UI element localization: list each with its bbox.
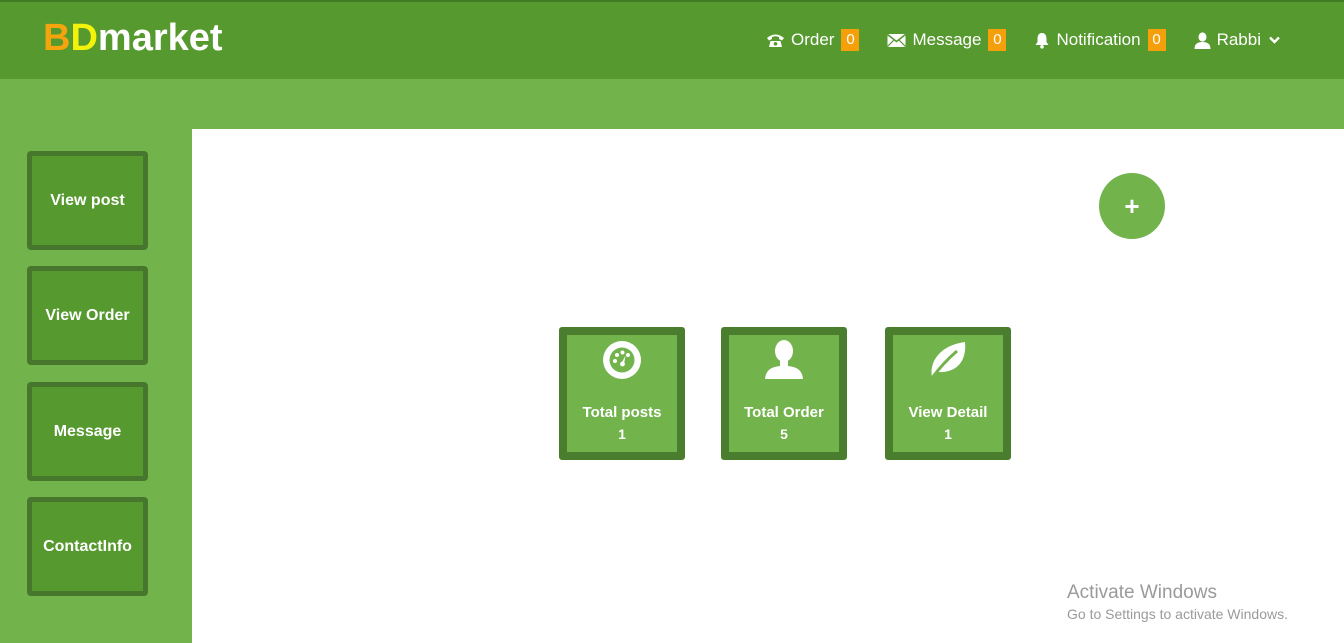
user-name: Rabbi [1216,30,1261,49]
sidebar: View post View Order Message ContactInfo [0,129,192,643]
card-total-order[interactable]: Total Order 5 [721,327,847,460]
nav-user-menu[interactable]: Rabbi [1194,29,1280,51]
user-icon [1194,31,1211,49]
sidebar-item-view-post[interactable]: View post [27,151,148,250]
watermark-subtitle: Go to Settings to activate Windows. [1067,606,1288,622]
sidebar-item-contactinfo[interactable]: ContactInfo [27,497,148,596]
card-label: Total posts [582,404,662,421]
nav-notification-label: Notification [1056,30,1141,49]
phone-icon [766,32,785,48]
envelope-icon [887,33,907,48]
sidebar-item-label: View post [50,191,125,209]
nav-order[interactable]: Order 0 [766,29,860,51]
user-icon [729,339,839,381]
main-content: + Total posts 1 Total Order 5 View Detai… [192,129,1344,643]
message-count-badge: 0 [988,29,1007,51]
watermark-title: Activate Windows [1067,582,1217,603]
sidebar-item-label: View Order [45,306,130,324]
add-button[interactable]: + [1099,173,1165,239]
windows-activation-watermark: Activate Windows Go to Settings to activ… [1067,582,1288,623]
sidebar-item-label: Message [53,422,122,440]
order-count-badge: 0 [841,29,860,51]
card-total-posts[interactable]: Total posts 1 [559,327,685,460]
nav-message[interactable]: Message 0 [887,29,1007,51]
nav-message-label: Message [912,30,982,49]
brand-letter-d: D [70,17,98,59]
sidebar-item-label: ContactInfo [43,537,132,555]
brand-logo[interactable]: BDmarket [43,18,223,58]
bell-icon [1034,32,1050,49]
sidebar-item-message[interactable]: Message [27,382,148,481]
dashboard-icon [567,339,677,381]
nav-order-label: Order [791,30,835,49]
notification-count-badge: 0 [1147,29,1166,51]
sidebar-item-view-order[interactable]: View Order [27,266,148,365]
leaf-icon [893,339,1003,381]
card-value: 1 [618,426,626,442]
nav-notification[interactable]: Notification 0 [1034,29,1166,51]
card-view-detail[interactable]: View Detail 1 [885,327,1011,460]
card-label: View Detail [908,404,988,421]
card-value: 5 [780,426,788,442]
brand-name: market [97,17,223,59]
chevron-down-icon [1269,36,1280,44]
brand-letter-b: B [43,17,71,59]
header-nav: Order 0 Message 0 Notification 0 Rabbi [766,28,1280,52]
top-navbar: BDmarket Order 0 Message 0 Notification … [0,0,1344,79]
plus-icon: + [1124,190,1140,221]
card-value: 1 [944,426,952,442]
card-label: Total Order [744,404,824,421]
